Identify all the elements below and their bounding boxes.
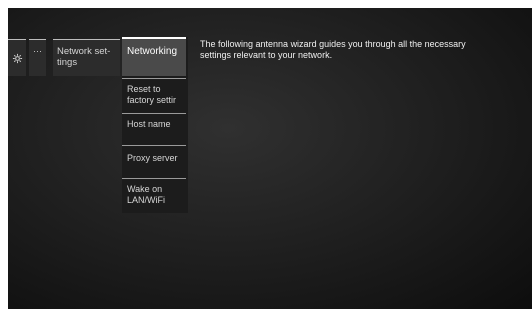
- submenu-item-label: Host name: [127, 119, 171, 129]
- submenu-item-label: Wake on: [127, 184, 163, 194]
- submenu-item-label-line2: factory settir: [127, 95, 177, 105]
- submenu-item-label: Networking: [127, 46, 178, 57]
- gear-icon: [12, 53, 23, 64]
- submenu-item-wake-on-lan[interactable]: Wake on LAN/WiFi: [122, 178, 186, 213]
- submenu-item-networking[interactable]: Networking: [122, 37, 186, 76]
- submenu-item-label-line2: LAN/WiFi: [127, 195, 165, 205]
- more-tile[interactable]: ···: [29, 39, 46, 76]
- network-settings-tile[interactable]: Network set- tings: [53, 39, 120, 76]
- submenu-item-reset[interactable]: Reset to factory settir: [122, 78, 186, 112]
- submenu-item-host-name[interactable]: Host name: [122, 113, 186, 146]
- more-label: ···: [33, 46, 42, 56]
- submenu-item-proxy-server[interactable]: Proxy server: [122, 145, 186, 178]
- tv-menu-screen: ··· Network set- tings Networking Reset …: [8, 8, 532, 309]
- network-settings-label: Network set- tings: [57, 46, 111, 68]
- settings-tile[interactable]: [8, 39, 26, 76]
- networking-submenu: Networking Reset to factory settir Host …: [122, 37, 188, 213]
- submenu-item-label: Proxy server: [127, 153, 178, 163]
- submenu-item-label: Reset to: [127, 84, 161, 94]
- description-text: The following antenna wizard guides you …: [200, 39, 466, 60]
